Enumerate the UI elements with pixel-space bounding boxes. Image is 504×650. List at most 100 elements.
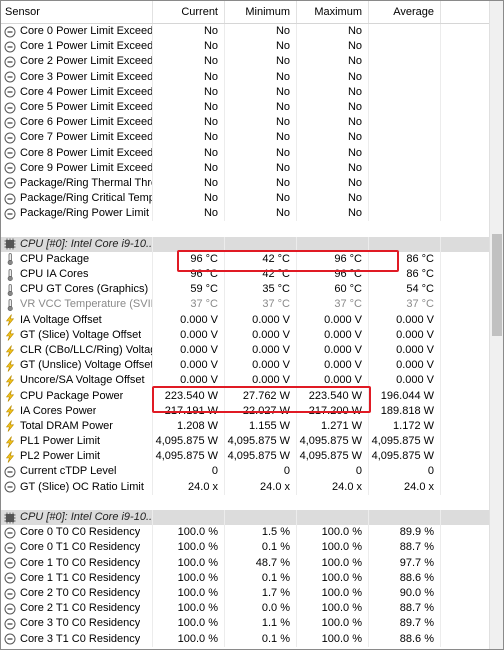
maximum-value: No (297, 115, 369, 131)
sensor-row-package-ring-critical-temp[interactable]: Package/Ring Critical Temp... No No No (1, 191, 489, 207)
group-header-row[interactable]: CPU [#0]: Intel Core i9-10... (1, 510, 489, 526)
minimum-value: No (225, 39, 297, 55)
sensor-row-core-6-power-limit-exceeded[interactable]: Core 6 Power Limit Exceeded No No No (1, 115, 489, 131)
sensor-row-core-0-power-limit-exceeded[interactable]: Core 0 Power Limit Exceeded No No No (1, 24, 489, 40)
sensor-row-core-9-power-limit-exceeded[interactable]: Core 9 Power Limit Exceeded No No No (1, 160, 489, 176)
maximum-value: 0.000 V (297, 312, 369, 328)
current-value: 100.0 % (153, 616, 225, 632)
column-header-maximum[interactable]: Maximum (297, 1, 369, 23)
current-value: 59 °C (153, 282, 225, 298)
sensor-name-cell: Core 3 T0 C0 Residency (1, 616, 153, 632)
bolt-icon (4, 314, 16, 326)
average-value: 37 °C (369, 297, 441, 313)
current-value: 0.000 V (153, 358, 225, 374)
minimum-value: No (225, 54, 297, 70)
sensor-label: Core 3 T0 C0 Residency (20, 617, 141, 630)
circle-icon (4, 56, 16, 68)
current-value: 0.000 V (153, 342, 225, 359)
sensor-row-gt-slice-voltage-offset[interactable]: GT (Slice) Voltage Offset 0.000 V 0.000 V0… (1, 327, 489, 343)
sensor-name-cell: Current cTDP Level (1, 464, 153, 480)
average-value (369, 160, 441, 176)
current-value: No (153, 69, 225, 85)
sensor-row-core-5-power-limit-exceeded[interactable]: Core 5 Power Limit Exceeded No No No (1, 99, 489, 116)
spacer-row (1, 495, 489, 510)
sensor-row-core-8-power-limit-exceeded[interactable]: Core 8 Power Limit Exceeded No No No (1, 145, 489, 161)
sensor-name-cell: CPU GT Cores (Graphics) (1, 282, 153, 298)
sensor-row-package-ring-thermal-thro[interactable]: Package/Ring Thermal Thro... No No No (1, 175, 489, 192)
sensor-row-core-3-t1-c0-residency[interactable]: Core 3 T1 C0 Residency 100.0 % 0.1 % 100.0 … (1, 631, 489, 647)
vertical-scrollbar[interactable] (489, 1, 503, 649)
current-value: No (153, 206, 225, 222)
bolt-icon (4, 375, 16, 387)
sensor-row-cpu-gt-cores-graphics[interactable]: CPU GT Cores (Graphics) 59 °C 35 °C 60 °C 54… (1, 282, 489, 298)
column-header-average[interactable]: Average (369, 1, 441, 23)
sensor-row-core-0-t1-c0-residency[interactable]: Core 0 T1 C0 Residency 100.0 % 0.1 % 100.0 … (1, 540, 489, 556)
maximum-value: No (297, 130, 369, 146)
column-header-current[interactable]: Current (153, 1, 225, 23)
minimum-value: No (225, 191, 297, 207)
sensor-row-core-7-power-limit-exceeded[interactable]: Core 7 Power Limit Exceeded No No No (1, 130, 489, 146)
sensor-row-total-dram-power[interactable]: Total DRAM Power 1.208 W 1.155 W 1.271 W 1.1… (1, 418, 489, 435)
sensor-row-ia-voltage-offset[interactable]: IA Voltage Offset 0.000 V 0.000 V 0.000 V 0.… (1, 312, 489, 328)
sensor-row-core-2-t0-c0-residency[interactable]: Core 2 T0 C0 Residency 100.0 % 1.7 % 100.0 … (1, 585, 489, 602)
circle-icon (4, 542, 16, 554)
minimum-value: 4,095.875 W (225, 434, 297, 450)
average-value: 88.6 % (369, 631, 441, 647)
average-value (369, 206, 441, 222)
circle-icon (4, 41, 16, 53)
average-value (369, 115, 441, 131)
sensor-label: Package/Ring Power Limit E... (20, 207, 152, 220)
sensor-row-core-4-power-limit-exceeded[interactable]: Core 4 Power Limit Exceeded No No No (1, 84, 489, 100)
current-value: 1.208 W (153, 418, 225, 435)
sensor-name-cell: Core 3 Power Limit Exceeded (1, 69, 153, 85)
sensor-row-core-3-t0-c0-residency[interactable]: Core 3 T0 C0 Residency 100.0 % 1.1 % 100.0 … (1, 616, 489, 632)
sensor-name-cell: CLR (CBo/LLC/Ring) Voltag... (1, 342, 153, 359)
circle-icon (4, 588, 16, 600)
sensor-name-cell: Core 0 T1 C0 Residency (1, 540, 153, 556)
sensor-row-core-2-power-limit-exceeded[interactable]: Core 2 Power Limit Exceeded No No No (1, 54, 489, 70)
sensor-row-core-0-t0-c0-residency[interactable]: Core 0 T0 C0 Residency 100.0 % 1.5 % 100.0 … (1, 525, 489, 541)
column-header-minimum[interactable]: Minimum (225, 1, 297, 23)
scrollbar-thumb[interactable] (492, 234, 502, 336)
current-value: 0.000 V (153, 312, 225, 328)
sensor-row-gt-slice-oc-ratio-limit[interactable]: GT (Slice) OC Ratio Limit 24.0 x 24.0 x 24.… (1, 479, 489, 495)
sensor-row-pl1-power-limit[interactable]: PL1 Power Limit 4,095.875 W 4,095.875 W 4,0… (1, 434, 489, 450)
minimum-value: No (225, 130, 297, 146)
sensor-label: IA Voltage Offset (20, 313, 102, 326)
current-value: 100.0 % (153, 570, 225, 586)
sensor-rows: Core 0 Power Limit Exceeded No No No Core 1 … (1, 24, 489, 647)
maximum-value: 4,095.875 W (297, 434, 369, 450)
sensor-label: Core 3 Power Limit Exceeded (20, 70, 152, 83)
sensor-row-clr-cbo-llc-ring-voltag[interactable]: CLR (CBo/LLC/Ring) Voltag... 0.000 V 0.000… (1, 342, 489, 359)
minimum-value: No (225, 84, 297, 100)
maximum-value: 24.0 x (297, 479, 369, 495)
current-value: No (153, 175, 225, 192)
sensor-row-current-ctdp-level[interactable]: Current cTDP Level 0 0 0 0 (1, 464, 489, 480)
minimum-value: No (225, 206, 297, 222)
column-header-sensor[interactable]: Sensor (1, 1, 153, 23)
sensor-row-vr-vcc-temperature-svid[interactable]: VR VCC Temperature (SVID) 37 °C 37 °C 37 °C… (1, 297, 489, 313)
minimum-value: No (225, 69, 297, 85)
circle-icon (4, 603, 16, 615)
maximum-value: 100.0 % (297, 555, 369, 571)
sensor-row-package-ring-power-limit-e[interactable]: Package/Ring Power Limit E...NoNoNo (1, 206, 489, 222)
sensor-row-core-1-t0-c0-residency[interactable]: Core 1 T0 C0 Residency 100.0 % 48.7 % 100.0… (1, 555, 489, 571)
sensor-name-cell: CPU Package (1, 251, 153, 267)
maximum-value: No (297, 99, 369, 116)
maximum-value: 60 °C (297, 282, 369, 298)
minimum-value: No (225, 175, 297, 192)
sensor-row-core-1-t1-c0-residency[interactable]: Core 1 T1 C0 Residency 100.0 % 0.1 % 100.0 … (1, 570, 489, 586)
circle-icon (4, 618, 16, 630)
minimum-value: 0.1 % (225, 631, 297, 647)
sensor-row-gt-unslice-voltage-offset[interactable]: GT (Unslice) Voltage Offset 0.000 V 0.000 … (1, 358, 489, 374)
sensor-row-core-3-power-limit-exceeded[interactable]: Core 3 Power Limit Exceeded No No No (1, 69, 489, 85)
sensor-row-pl2-power-limit[interactable]: PL2 Power Limit 4,095.875 W 4,095.875 W 4,0… (1, 449, 489, 465)
average-value: 24.0 x (369, 479, 441, 495)
sensor-row-core-2-t1-c0-residency[interactable]: Core 2 T1 C0 Residency 100.0 % 0.0 % 100.0 … (1, 601, 489, 617)
sensor-label: CPU [#0]: Intel Core i9-10... (20, 511, 152, 523)
bolt-icon (4, 360, 16, 372)
circle-icon (4, 102, 16, 114)
sensor-row-core-1-power-limit-exceeded[interactable]: Core 1 Power Limit Exceeded No No No (1, 39, 489, 55)
maximum-value: 4,095.875 W (297, 449, 369, 465)
sensor-label: CPU IA Cores (20, 268, 89, 280)
